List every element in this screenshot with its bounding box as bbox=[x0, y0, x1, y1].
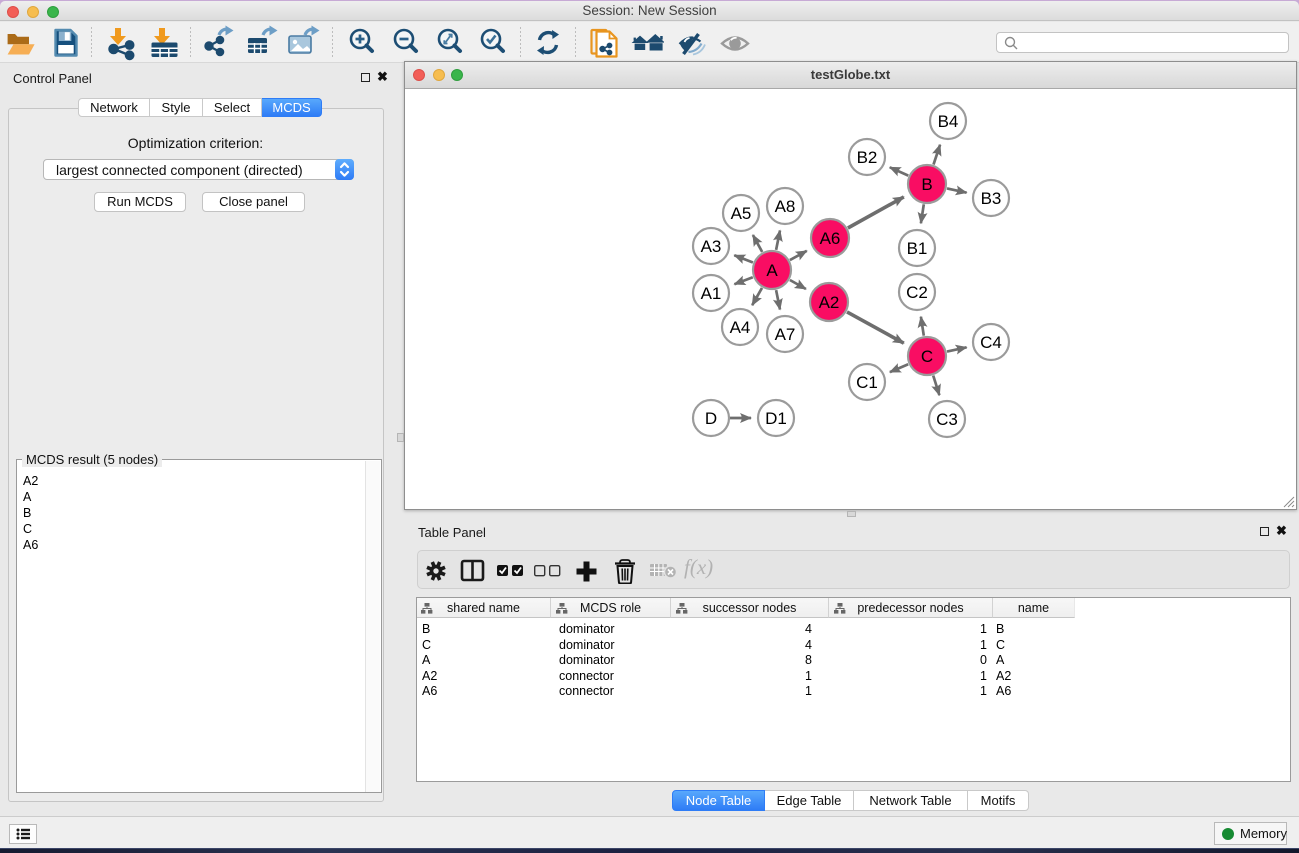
svg-text:B1: B1 bbox=[907, 239, 928, 258]
svg-text:A: A bbox=[766, 261, 778, 280]
svg-text:C3: C3 bbox=[936, 410, 958, 429]
svg-text:A3: A3 bbox=[701, 237, 722, 256]
svg-text:C: C bbox=[921, 347, 933, 366]
svg-text:C1: C1 bbox=[856, 373, 878, 392]
svg-text:C4: C4 bbox=[980, 333, 1002, 352]
svg-text:B3: B3 bbox=[981, 189, 1002, 208]
svg-text:B4: B4 bbox=[938, 112, 959, 131]
svg-text:A1: A1 bbox=[701, 284, 722, 303]
svg-text:A8: A8 bbox=[775, 197, 796, 216]
svg-text:D: D bbox=[705, 409, 717, 428]
svg-text:C2: C2 bbox=[906, 283, 928, 302]
svg-text:A5: A5 bbox=[731, 204, 752, 223]
svg-text:B2: B2 bbox=[857, 148, 878, 167]
svg-text:A2: A2 bbox=[819, 293, 840, 312]
svg-text:B: B bbox=[921, 175, 932, 194]
svg-text:A4: A4 bbox=[730, 318, 751, 337]
svg-text:A6: A6 bbox=[820, 229, 841, 248]
svg-text:D1: D1 bbox=[765, 409, 787, 428]
svg-text:A7: A7 bbox=[775, 325, 796, 344]
